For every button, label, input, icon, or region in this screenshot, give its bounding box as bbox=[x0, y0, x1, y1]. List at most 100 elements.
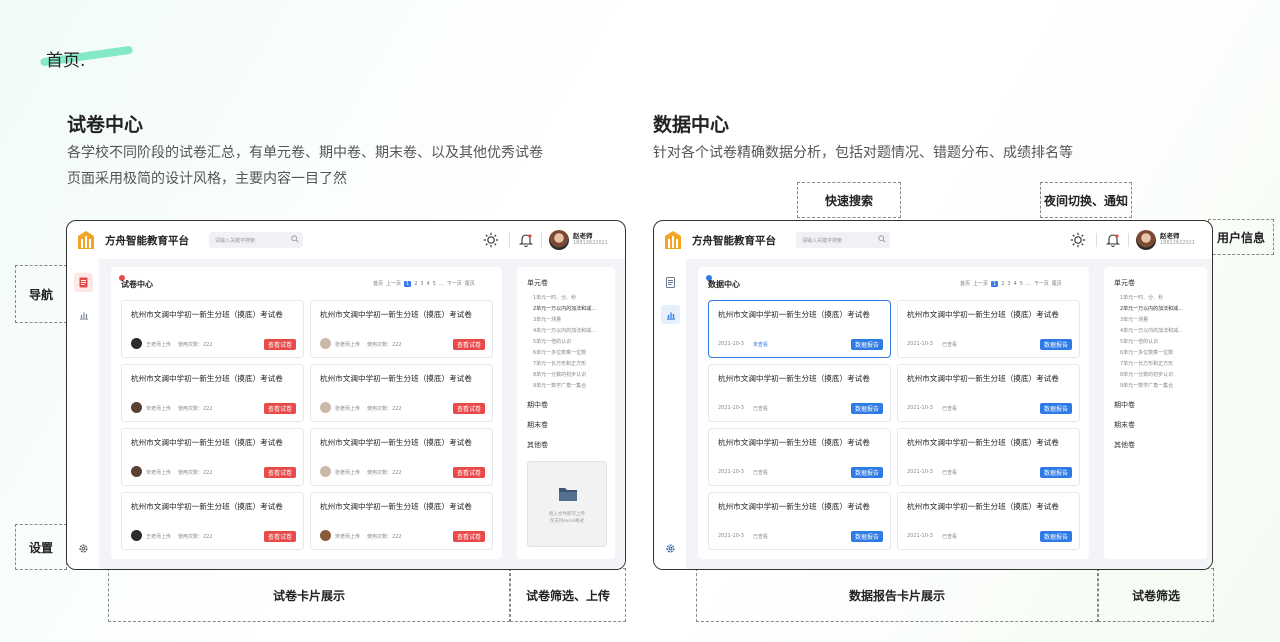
filter-item[interactable]: 6单元一多位数乘一位数 bbox=[533, 349, 586, 356]
brand-name: 方舟智能教育平台 bbox=[105, 234, 189, 247]
tag-filter-upload: 试卷筛选、上传 bbox=[510, 568, 626, 622]
page-first[interactable]: 首页 bbox=[373, 280, 383, 287]
filter-unit[interactable]: 单元卷 bbox=[1114, 278, 1135, 288]
search-input[interactable]: 请输入关键字搜索 bbox=[796, 232, 890, 248]
paper-card[interactable]: 杭州市文澜中学初一新生分班（摸底）考试卷 宋老师上传 使用次数：222 查看试卷 bbox=[121, 428, 304, 486]
page-2[interactable]: 2 bbox=[414, 281, 417, 287]
nav-paper-center[interactable] bbox=[661, 273, 680, 292]
filter-mid[interactable]: 期中卷 bbox=[1114, 400, 1135, 410]
tag-user-info: 用户信息 bbox=[1208, 219, 1274, 255]
report-card[interactable]: 杭州市文澜中学初一新生分班（摸底）考试卷 2021-10-3 已查看 数据报告 bbox=[708, 364, 891, 422]
page-prev[interactable]: 上一页 bbox=[386, 280, 401, 287]
nav-settings[interactable] bbox=[661, 539, 680, 558]
filter-unit[interactable]: 单元卷 bbox=[527, 278, 548, 288]
tag-settings: 设置 bbox=[15, 524, 67, 570]
view-paper-button[interactable]: 查看试卷 bbox=[263, 339, 296, 350]
filter-item[interactable]: 8单元一分数的初步认识 bbox=[533, 371, 586, 378]
paper-card[interactable]: 杭州市文澜中学初一新生分班（摸底）考试卷 张老师上传 使用次数：222 查看试卷 bbox=[310, 364, 493, 422]
filter-item[interactable]: 9单元一数学广角一集合 bbox=[533, 382, 586, 389]
bell-icon[interactable] bbox=[519, 233, 533, 247]
page-1[interactable]: 1 bbox=[991, 280, 999, 287]
view-paper-button[interactable]: 查看试卷 bbox=[452, 403, 485, 414]
nav-paper-center[interactable] bbox=[74, 273, 93, 292]
sun-icon[interactable] bbox=[1070, 232, 1086, 248]
data-report-button[interactable]: 数据报告 bbox=[1039, 403, 1072, 414]
avatar[interactable] bbox=[1136, 230, 1156, 250]
filter-item[interactable]: 1单元一时、分、秒 bbox=[533, 294, 576, 301]
data-report-button[interactable]: 数据报告 bbox=[1039, 467, 1072, 478]
data-report-button[interactable]: 数据报告 bbox=[850, 531, 883, 542]
filter-item[interactable]: 1单元一时、分、秒 bbox=[1120, 294, 1163, 301]
avatar[interactable] bbox=[549, 230, 569, 250]
filter-item[interactable]: 7单元一长方形和正方形 bbox=[533, 360, 586, 367]
filter-final[interactable]: 期末卷 bbox=[1114, 420, 1135, 430]
filter-item[interactable]: 4单元一万以内的加法和减… bbox=[1120, 327, 1183, 334]
gear-icon bbox=[79, 544, 88, 553]
report-card[interactable]: 杭州市文澜中学初一新生分班（摸底）考试卷 2021-10-3 已查看 数据报告 bbox=[897, 364, 1080, 422]
page-1[interactable]: 1 bbox=[404, 280, 412, 287]
filter-item[interactable]: 3单元一测量 bbox=[1120, 316, 1148, 323]
card-date: 2021-10-3 bbox=[718, 469, 744, 475]
report-card[interactable]: 杭州市文澜中学初一新生分班（摸底）考试卷 2021-10-3 已查看 数据报告 bbox=[708, 492, 891, 550]
filter-item[interactable]: 5单元一倍的认识 bbox=[1120, 338, 1158, 345]
page-5[interactable]: 5 bbox=[433, 281, 436, 287]
page-prev[interactable]: 上一页 bbox=[973, 280, 988, 287]
filter-item[interactable]: 9单元一数学广角一集合 bbox=[1120, 382, 1173, 389]
report-card[interactable]: 杭州市文澜中学初一新生分班（摸底）考试卷 2021-10-3 已查看 数据报告 bbox=[897, 428, 1080, 486]
page-next[interactable]: 下一页 bbox=[1034, 280, 1049, 287]
filter-other[interactable]: 其他卷 bbox=[1114, 440, 1135, 450]
user-name: 赵老师 bbox=[1160, 232, 1180, 240]
paper-card[interactable]: 杭州市文澜中学初一新生分班（摸底）考试卷 王老师上传 使用次数：222 查看试卷 bbox=[121, 492, 304, 550]
view-paper-button[interactable]: 查看试卷 bbox=[452, 339, 485, 350]
filter-item[interactable]: 7单元一长方形和正方形 bbox=[1120, 360, 1173, 367]
page-2[interactable]: 2 bbox=[1001, 281, 1004, 287]
page-4[interactable]: 4 bbox=[1014, 281, 1017, 287]
data-report-button[interactable]: 数据报告 bbox=[1039, 339, 1072, 350]
sun-icon[interactable] bbox=[483, 232, 499, 248]
nav-data-center[interactable] bbox=[661, 305, 680, 324]
card-uses: 使用次数：222 bbox=[367, 470, 402, 476]
filter-item[interactable]: 8单元一分数的初步认识 bbox=[1120, 371, 1173, 378]
page-4[interactable]: 4 bbox=[427, 281, 430, 287]
chart-icon bbox=[79, 312, 88, 320]
nav-data-center[interactable] bbox=[74, 305, 93, 324]
upload-dropzone[interactable]: 拖入文件即可上传 仅支持excel格式 bbox=[527, 461, 607, 547]
page-first[interactable]: 首页 bbox=[960, 280, 970, 287]
data-report-button[interactable]: 数据报告 bbox=[850, 403, 883, 414]
report-card[interactable]: 杭州市文澜中学初一新生分班（摸底）考试卷 2021-10-3 已查看 数据报告 bbox=[897, 492, 1080, 550]
data-report-button[interactable]: 数据报告 bbox=[850, 467, 883, 478]
page-5[interactable]: 5 bbox=[1020, 281, 1023, 287]
filter-item[interactable]: 3单元一测量 bbox=[533, 316, 561, 323]
filter-mid[interactable]: 期中卷 bbox=[527, 400, 548, 410]
page-last[interactable]: 尾页 bbox=[465, 280, 475, 287]
view-paper-button[interactable]: 查看试卷 bbox=[452, 467, 485, 478]
page-last[interactable]: 尾页 bbox=[1052, 280, 1062, 287]
view-paper-button[interactable]: 查看试卷 bbox=[452, 531, 485, 542]
page-next[interactable]: 下一页 bbox=[447, 280, 462, 287]
paper-card[interactable]: 杭州市文澜中学初一新生分班（摸底）考试卷 张老师上传 使用次数：222 查看试卷 bbox=[310, 300, 493, 358]
view-paper-button[interactable]: 查看试卷 bbox=[263, 467, 296, 478]
filter-other[interactable]: 其他卷 bbox=[527, 440, 548, 450]
paper-card[interactable]: 杭州市文澜中学初一新生分班（摸底）考试卷 张老师上传 使用次数：222 查看试卷 bbox=[310, 428, 493, 486]
view-paper-button[interactable]: 查看试卷 bbox=[263, 531, 296, 542]
filter-item[interactable]: 6单元一多位数乘一位数 bbox=[1120, 349, 1173, 356]
bell-icon[interactable] bbox=[1106, 233, 1120, 247]
data-report-button[interactable]: 数据报告 bbox=[850, 339, 883, 350]
search-input[interactable]: 请输入关键字搜索 bbox=[209, 232, 303, 248]
page-3[interactable]: 3 bbox=[1007, 281, 1010, 287]
data-report-button[interactable]: 数据报告 bbox=[1039, 531, 1072, 542]
filter-item[interactable]: 4单元一万以内的加法和减… bbox=[533, 327, 596, 334]
filter-item[interactable]: 2单元一万以内的加法和减… bbox=[1120, 305, 1183, 312]
view-paper-button[interactable]: 查看试卷 bbox=[263, 403, 296, 414]
filter-item[interactable]: 2单元一万以内的加法和减… bbox=[533, 305, 596, 312]
report-card[interactable]: 杭州市文澜中学初一新生分班（摸底）考试卷 2021-10-3 已查看 数据报告 bbox=[708, 428, 891, 486]
report-card[interactable]: 杭州市文澜中学初一新生分班（摸底）考试卷 2021-10-3 已查看 数据报告 bbox=[897, 300, 1080, 358]
report-card[interactable]: 杭州市文澜中学初一新生分班（摸底）考试卷 2021-10-3 未查看 数据报告 bbox=[708, 300, 891, 358]
paper-card[interactable]: 杭州市文澜中学初一新生分班（摸底）考试卷 王老师上传 使用次数：222 查看试卷 bbox=[121, 300, 304, 358]
filter-final[interactable]: 期末卷 bbox=[527, 420, 548, 430]
filter-item[interactable]: 5单元一倍的认识 bbox=[533, 338, 571, 345]
page-3[interactable]: 3 bbox=[420, 281, 423, 287]
paper-card[interactable]: 杭州市文澜中学初一新生分班（摸底）考试卷 宋老师上传 使用次数：222 查看试卷 bbox=[121, 364, 304, 422]
paper-card[interactable]: 杭州市文澜中学初一新生分班（摸底）考试卷 宋老师上传 使用次数：222 查看试卷 bbox=[310, 492, 493, 550]
nav-settings[interactable] bbox=[74, 539, 93, 558]
